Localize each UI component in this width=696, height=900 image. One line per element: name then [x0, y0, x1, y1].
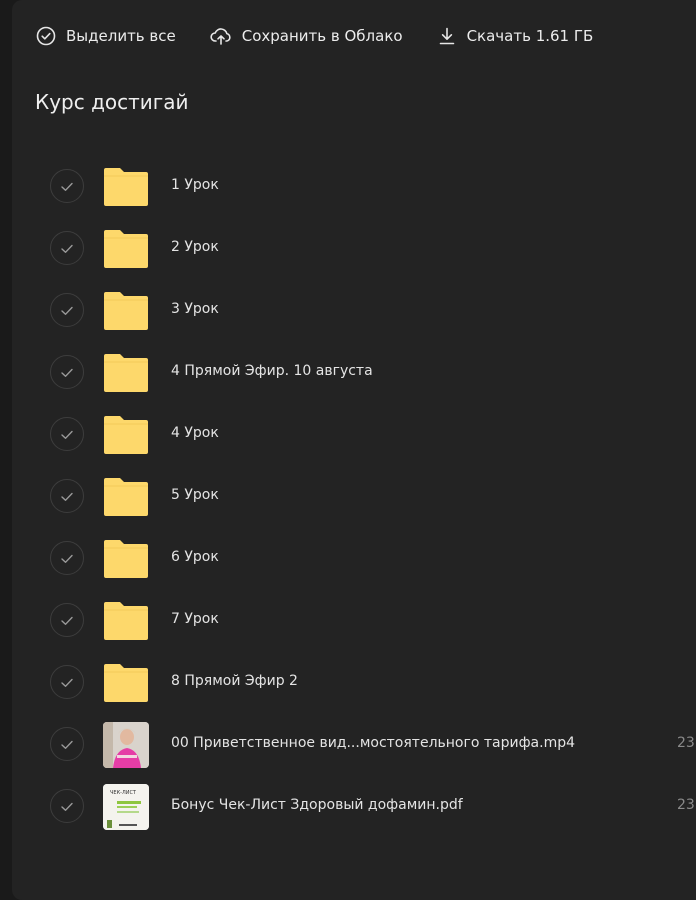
folder-icon [103, 226, 149, 272]
video-thumbnail [103, 722, 149, 768]
select-checkbox[interactable] [50, 479, 84, 513]
folder-icon [103, 412, 149, 458]
download-button[interactable]: Скачать 1.61 ГБ [437, 26, 594, 46]
list-item[interactable]: 4 Прямой Эфир. 10 августа [0, 342, 696, 404]
checkmark-icon [61, 673, 73, 692]
pdf-thumbnail: ЧЕК-ЛИСТ [103, 784, 149, 830]
list-item[interactable]: ЧЕК-ЛИСТ Бонус Чек-Лист Здоровый дофамин… [0, 776, 696, 838]
item-name: 1 Урок [171, 177, 219, 193]
folder-icon [103, 474, 149, 520]
select-checkbox[interactable] [50, 293, 84, 327]
checkmark-icon [61, 797, 73, 816]
item-name: 00 Приветственное вид...мостоятельного т… [171, 735, 576, 751]
checkmark-icon [61, 735, 73, 754]
select-checkbox[interactable] [50, 789, 84, 823]
folder-icon [103, 660, 149, 706]
item-name: 8 Прямой Эфир 2 [171, 673, 298, 689]
item-name: 7 Урок [171, 611, 219, 627]
item-name: Бонус Чек-Лист Здоровый дофамин.pdf [171, 797, 463, 813]
list-item[interactable]: 4 Урок [0, 404, 696, 466]
folder-icon [103, 598, 149, 644]
checkmark-icon [61, 363, 73, 382]
pdf-thumb-text: ЧЕК-ЛИСТ [110, 790, 137, 796]
checkmark-icon [61, 549, 73, 568]
check-circle-icon [36, 26, 56, 46]
checkmark-icon [61, 425, 73, 444]
select-checkbox[interactable] [50, 355, 84, 389]
item-name: 3 Урок [171, 301, 219, 317]
select-checkbox[interactable] [50, 665, 84, 699]
checkmark-icon [61, 239, 73, 258]
file-list: 1 Урок 2 Урок 3 Урок 4 Прямой Эфир. 10 а… [0, 156, 696, 838]
download-icon [437, 26, 457, 46]
list-item[interactable]: 2 Урок [0, 218, 696, 280]
item-date: 23 [677, 735, 695, 751]
folder-icon [103, 288, 149, 334]
toolbar: Выделить все Сохранить в Облако Скачать … [36, 20, 627, 52]
checkmark-icon [61, 611, 73, 630]
folder-title: Курс достигай [35, 90, 189, 114]
select-checkbox[interactable] [50, 231, 84, 265]
select-checkbox[interactable] [50, 417, 84, 451]
list-item[interactable]: 8 Прямой Эфир 2 [0, 652, 696, 714]
folder-icon [103, 350, 149, 396]
folder-icon [103, 536, 149, 582]
list-item[interactable]: 5 Урок [0, 466, 696, 528]
item-name: 2 Урок [171, 239, 219, 255]
select-all-label: Выделить все [66, 27, 176, 45]
checkmark-icon [61, 487, 73, 506]
list-item[interactable]: 00 Приветственное вид...мостоятельного т… [0, 714, 696, 776]
folder-icon [103, 164, 149, 210]
save-to-cloud-button[interactable]: Сохранить в Облако [210, 26, 403, 46]
download-label: Скачать 1.61 ГБ [466, 27, 594, 45]
list-item[interactable]: 1 Урок [0, 156, 696, 218]
checkmark-icon [61, 177, 73, 196]
list-item[interactable]: 3 Урок [0, 280, 696, 342]
item-name: 5 Урок [171, 487, 219, 503]
select-checkbox[interactable] [50, 541, 84, 575]
save-to-cloud-label: Сохранить в Облако [241, 27, 403, 45]
select-all-button[interactable]: Выделить все [36, 26, 176, 46]
item-name: 6 Урок [171, 549, 219, 565]
select-checkbox[interactable] [50, 169, 84, 203]
item-name: 4 Урок [171, 425, 219, 441]
select-checkbox[interactable] [50, 603, 84, 637]
item-date: 23 [677, 797, 695, 813]
select-checkbox[interactable] [50, 727, 84, 761]
list-item[interactable]: 6 Урок [0, 528, 696, 590]
list-item[interactable]: 7 Урок [0, 590, 696, 652]
cloud-upload-icon [210, 26, 232, 46]
checkmark-icon [61, 301, 73, 320]
item-name: 4 Прямой Эфир. 10 августа [171, 363, 373, 379]
